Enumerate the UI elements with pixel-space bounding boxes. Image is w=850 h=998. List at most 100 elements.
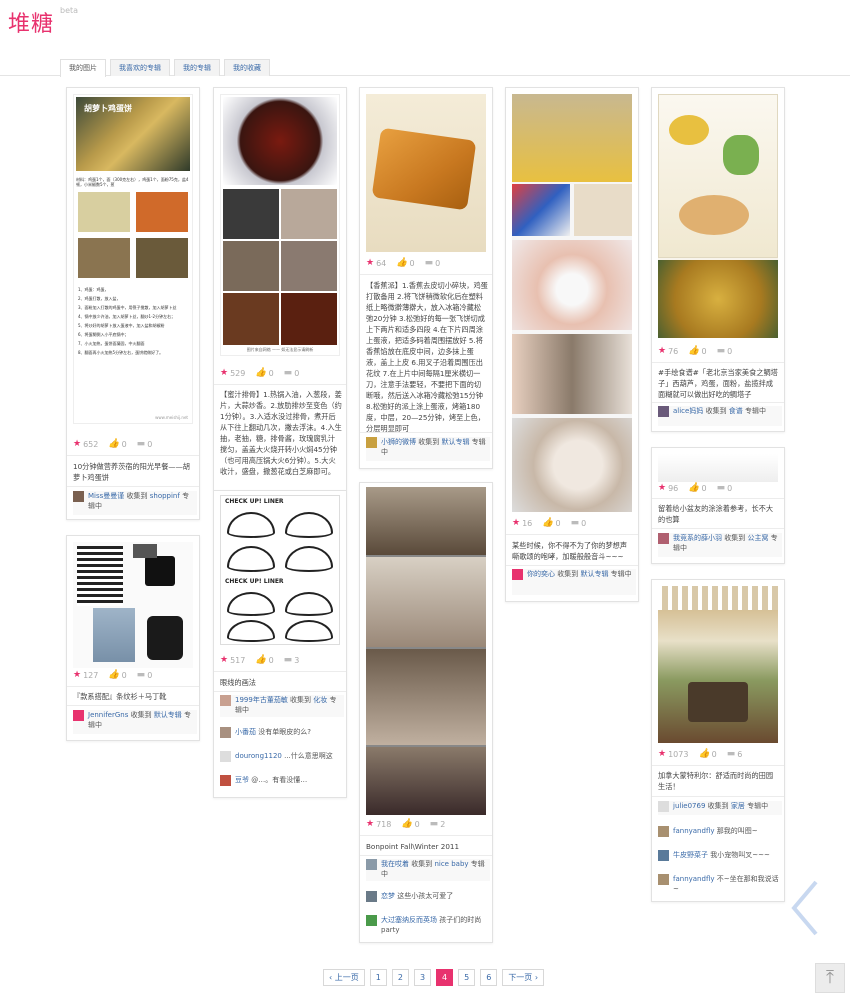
comment-count[interactable]: ▬ 0 [284, 368, 300, 378]
thumb-count[interactable]: 👍 0 [255, 368, 273, 378]
page-3-button[interactable]: 3 [413, 969, 432, 986]
comment-count[interactable]: ▬ 0 [571, 518, 587, 528]
user-link[interactable]: 我在哎着 [381, 860, 409, 868]
avatar[interactable] [658, 406, 669, 417]
album-link[interactable]: 默认专辑 [441, 438, 469, 446]
next-page-button[interactable]: 下一页 › [502, 969, 545, 986]
comment-count[interactable]: ▬ 0 [137, 670, 153, 680]
user-link[interactable]: JenniferGns [88, 711, 128, 719]
like-count[interactable]: ★ 652 [73, 439, 98, 449]
album-link[interactable]: 化妆 [313, 696, 327, 704]
comment-count[interactable]: ▬ 0 [717, 346, 733, 356]
user-link[interactable]: 小番茄 [235, 728, 256, 736]
user-link[interactable]: 我竞系的薛小羽 [673, 534, 722, 542]
pin-image[interactable] [366, 487, 486, 815]
comment-count[interactable]: ▬ 0 [137, 439, 153, 449]
like-count[interactable]: ★ 16 [512, 518, 532, 528]
avatar[interactable] [73, 710, 84, 721]
avatar[interactable] [220, 751, 231, 762]
avatar[interactable] [220, 775, 231, 786]
pin-image[interactable] [658, 94, 778, 338]
pin-image[interactable] [73, 542, 193, 668]
like-count[interactable]: ★ 718 [366, 819, 391, 829]
avatar[interactable] [658, 533, 669, 544]
comment-count[interactable]: ▬ 0 [717, 483, 733, 493]
comment-count[interactable]: ▬ 3 [284, 655, 300, 665]
page-2-button[interactable]: 2 [391, 969, 409, 986]
pin-image[interactable] [658, 586, 778, 743]
back-to-top-button[interactable]: ⤒ [815, 963, 845, 993]
thumb-count[interactable]: 👍 0 [396, 258, 414, 268]
like-count[interactable]: ★ 529 [220, 368, 245, 378]
avatar[interactable] [658, 826, 669, 837]
thumbs-up-icon: 👍 [542, 518, 554, 528]
user-link[interactable]: 1999年古董茄敏 [235, 696, 288, 704]
pin-image[interactable] [512, 94, 632, 512]
like-count[interactable]: ★ 127 [73, 670, 98, 680]
avatar[interactable] [73, 491, 84, 502]
thumb-count[interactable]: 👍 0 [542, 518, 560, 528]
next-arrow-icon[interactable] [790, 878, 820, 938]
thumb-count[interactable]: 👍 0 [108, 670, 126, 680]
album-link[interactable]: nice baby [434, 860, 468, 868]
user-link[interactable]: Miss曼曼谨 [88, 492, 124, 500]
tab-liked-albums[interactable]: 我喜欢的专辑 [110, 59, 170, 76]
album-link[interactable]: 家居 [731, 802, 745, 810]
comment-count[interactable]: ▬ 6 [727, 749, 743, 759]
user-link[interactable]: 大过塞纳反而英场 [381, 916, 437, 924]
comment-count[interactable]: ▬ 0 [425, 258, 441, 268]
avatar[interactable] [366, 437, 377, 448]
user-link[interactable]: 牛皮野菜子 [673, 851, 708, 859]
pin-image[interactable]: CHECK UP! LINER CHECK UP! LINER [220, 495, 340, 645]
pin-image[interactable] [658, 454, 778, 482]
avatar[interactable] [512, 569, 523, 580]
tab-my-albums[interactable]: 我的专辑 [174, 59, 220, 76]
page-5-button[interactable]: 5 [458, 969, 476, 986]
album-link[interactable]: shoppinf [150, 492, 180, 500]
album-link[interactable]: 食谱 [729, 407, 743, 415]
like-count[interactable]: ★ 1073 [658, 749, 688, 759]
like-count[interactable]: ★ 76 [658, 346, 678, 356]
user-link[interactable]: fannyandfly [673, 875, 715, 883]
avatar[interactable] [366, 891, 377, 902]
pin-image[interactable]: 图片来自网络 —— 如无法显示请刷新 [220, 94, 340, 356]
avatar[interactable] [366, 915, 377, 926]
thumb-count[interactable]: 👍 0 [688, 483, 706, 493]
avatar[interactable] [220, 727, 231, 738]
avatar[interactable] [366, 859, 377, 870]
pin-card: ★ 16 👍 0 ▬ 0 某些时候，你不得不为了你的梦想声嘶歌颂的咆哮，加暖般般音斗~… [505, 87, 639, 602]
page-1-button[interactable]: 1 [369, 969, 387, 986]
avatar[interactable] [658, 801, 669, 812]
user-link[interactable]: 恋梦 [381, 892, 395, 900]
user-link[interactable]: 小狮的微博 [381, 438, 416, 446]
tab-my-favorites[interactable]: 我的收藏 [224, 59, 270, 76]
avatar[interactable] [658, 850, 669, 861]
like-count[interactable]: ★ 64 [366, 258, 386, 268]
user-link[interactable]: 你的奕心 [527, 570, 555, 578]
pin-image[interactable]: 胡萝卜鸡蛋饼 材料：鸡蛋1个，面（300克左右），鸡蛋1个，面粉75克，盐4顿，… [73, 94, 193, 424]
album-link[interactable]: 默认专辑 [154, 711, 182, 719]
thumb-count[interactable]: 👍 0 [688, 346, 706, 356]
album-link[interactable]: 公主窝 [747, 534, 768, 542]
page-6-button[interactable]: 6 [480, 969, 498, 986]
avatar[interactable] [220, 695, 231, 706]
user-link[interactable]: dourong1120 [235, 752, 282, 760]
thumb-count[interactable]: 👍 0 [108, 439, 126, 449]
page-4-button-current[interactable]: 4 [436, 969, 454, 986]
thumb-count[interactable]: 👍 0 [698, 749, 716, 759]
comment-count[interactable]: ▬ 2 [430, 819, 446, 829]
site-logo[interactable]: 堆糖 [8, 6, 54, 38]
tab-my-pictures[interactable]: 我的图片 [60, 59, 106, 77]
pin-image[interactable] [366, 94, 486, 252]
user-link[interactable]: 豆爷 [235, 776, 249, 784]
avatar[interactable] [658, 874, 669, 885]
thumb-count[interactable]: 👍 0 [401, 819, 419, 829]
album-link[interactable]: 默认专辑 [580, 570, 608, 578]
user-link[interactable]: fannyandfly [673, 827, 715, 835]
like-count[interactable]: ★ 96 [658, 483, 678, 493]
user-link[interactable]: julie0769 [673, 802, 705, 810]
like-count[interactable]: ★ 517 [220, 655, 245, 665]
prev-page-button[interactable]: ‹ 上一页 [323, 969, 365, 986]
user-link[interactable]: alice妈妈 [673, 407, 703, 415]
thumb-count[interactable]: 👍 0 [255, 655, 273, 665]
